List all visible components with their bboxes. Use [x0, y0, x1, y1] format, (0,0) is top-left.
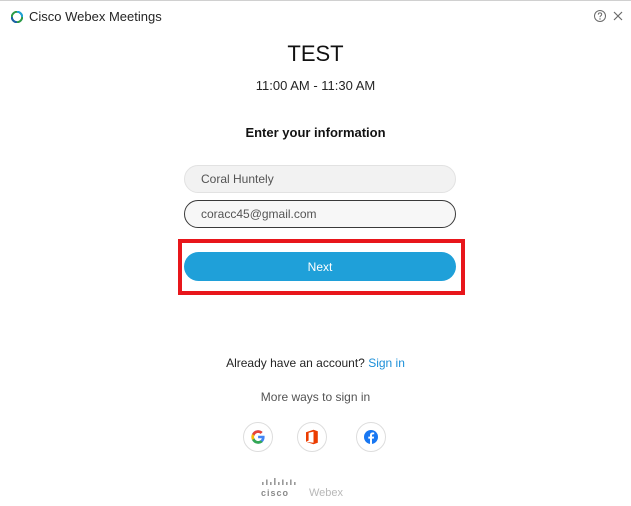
cisco-bars-icon — [262, 478, 296, 485]
meeting-title: TEST — [287, 41, 344, 66]
webex-logo-icon — [11, 11, 23, 23]
app-title: Cisco Webex Meetings — [29, 9, 162, 24]
help-icon[interactable] — [593, 9, 607, 23]
webex-join-window: Cisco Webex Meetings TEST 11:00 AM - 11:… — [0, 0, 631, 506]
meeting-time: 11:00 AM - 11:30 AM — [255, 78, 376, 93]
google-icon — [251, 430, 265, 444]
sign-in-link[interactable]: Sign in — [368, 356, 405, 370]
name-field[interactable] — [184, 165, 456, 193]
facebook-sign-in-button[interactable] — [356, 422, 386, 452]
webex-wordmark: Webex — [309, 487, 344, 499]
next-button[interactable]: Next — [184, 252, 456, 281]
account-prompt-line: Already have an account? Sign in — [0, 356, 631, 370]
title-bar: Cisco Webex Meetings — [0, 1, 631, 31]
office-icon — [306, 429, 318, 445]
close-icon[interactable] — [611, 9, 625, 23]
more-ways-label: More ways to sign in — [260, 390, 371, 404]
account-prompt: Already have an account? — [226, 356, 365, 370]
cisco-webex-footer-logo: cisco Webex — [261, 478, 361, 502]
form-heading: Enter your information — [245, 125, 386, 140]
office-sign-in-button[interactable] — [297, 422, 327, 452]
email-field[interactable] — [184, 200, 456, 228]
cisco-wordmark: cisco — [261, 488, 290, 498]
google-sign-in-button[interactable] — [243, 422, 273, 452]
facebook-icon — [364, 430, 378, 444]
